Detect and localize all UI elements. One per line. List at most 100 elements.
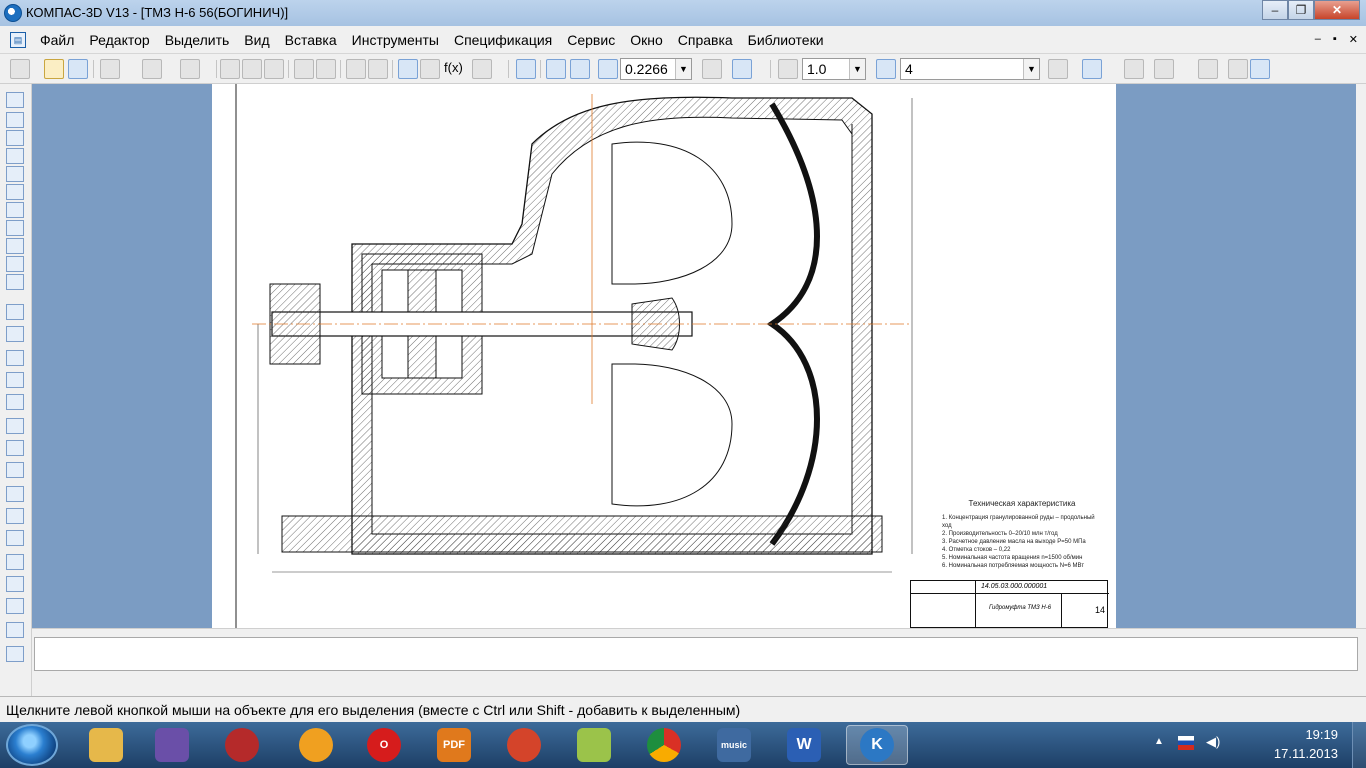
volume-icon[interactable]: ◀) <box>1206 734 1222 749</box>
chevron-down-icon[interactable]: ▼ <box>1023 59 1039 79</box>
taskbar-kompas[interactable]: K <box>846 725 908 765</box>
polygon-icon[interactable] <box>6 598 24 614</box>
show-desktop-button[interactable] <box>1352 722 1366 768</box>
taskbar-sticky-notes[interactable] <box>566 725 622 765</box>
rectangle-icon[interactable] <box>6 576 24 592</box>
zoom-scale-icon[interactable] <box>598 59 618 79</box>
round-icon[interactable] <box>1228 59 1248 79</box>
taskbar-daemon-tools[interactable] <box>288 725 344 765</box>
menu-view[interactable]: Вид <box>244 32 269 48</box>
menu-libraries[interactable]: Библиотеки <box>748 32 824 48</box>
minimize-button[interactable]: – <box>1262 0 1288 20</box>
zoom-in-icon[interactable] <box>546 59 566 79</box>
ortho-icon[interactable] <box>1124 59 1144 79</box>
menu-edit[interactable]: Редактор <box>89 32 149 48</box>
manager-icon[interactable] <box>180 59 200 79</box>
start-button[interactable] <box>6 724 58 766</box>
clock-time[interactable]: 19:19 <box>1305 727 1338 742</box>
taskbar-chrome[interactable] <box>636 725 692 765</box>
spline-icon[interactable] <box>6 440 24 456</box>
taskbar-explorer[interactable] <box>78 725 134 765</box>
document-icon[interactable]: ▤ <box>10 32 26 48</box>
dimensions-tool-icon[interactable] <box>6 112 24 128</box>
copy-icon[interactable] <box>242 59 262 79</box>
menu-file[interactable]: Файл <box>40 32 74 48</box>
print-icon[interactable] <box>100 59 120 79</box>
menu-service[interactable]: Сервис <box>567 32 615 48</box>
properties-icon[interactable] <box>316 59 336 79</box>
drawing-sheet[interactable]: Техническая характеристика 1. Концентрац… <box>212 84 1116 629</box>
menu-insert[interactable]: Вставка <box>285 32 337 48</box>
fill-icon[interactable] <box>6 646 24 662</box>
menu-specification[interactable]: Спецификация <box>454 32 552 48</box>
menu-select[interactable]: Выделить <box>165 32 230 48</box>
show-hidden-icon[interactable]: ▲ <box>1154 736 1170 750</box>
menu-window[interactable]: Окно <box>630 32 663 48</box>
polyline-icon[interactable] <box>6 462 24 478</box>
preview-icon[interactable] <box>142 59 162 79</box>
measure-tool-icon[interactable] <box>6 184 24 200</box>
taskbar-visual-studio[interactable] <box>144 725 200 765</box>
kompas-app-icon[interactable] <box>4 4 22 22</box>
chamfer-icon[interactable] <box>6 530 24 546</box>
fillet-icon[interactable] <box>6 554 24 570</box>
snap-settings-icon[interactable] <box>1250 59 1270 79</box>
auxiliary-line-icon[interactable] <box>6 326 24 342</box>
doc-minimize-button[interactable]: – <box>1315 33 1321 46</box>
zoom-combo[interactable]: 0.2266 ▼ <box>620 58 692 80</box>
point-icon[interactable] <box>6 304 24 320</box>
contour-icon[interactable] <box>6 486 24 502</box>
taskbar-pdf[interactable]: PDF <box>426 725 482 765</box>
snap-icon[interactable] <box>778 59 798 79</box>
new-document-icon[interactable] <box>10 59 30 79</box>
taskbar-ccleaner[interactable] <box>496 725 552 765</box>
refresh-icon[interactable] <box>732 59 752 79</box>
parametrization-tool-icon[interactable] <box>6 166 24 182</box>
grid-icon[interactable] <box>1154 59 1174 79</box>
taskbar-word[interactable]: W <box>776 725 832 765</box>
clock-date[interactable]: 17.11.2013 <box>1274 746 1338 761</box>
taskbar-app3[interactable] <box>214 725 270 765</box>
spec-tool-icon[interactable] <box>6 238 24 254</box>
language-flag-icon[interactable] <box>1178 736 1194 750</box>
taskbar-opera[interactable]: O <box>356 725 412 765</box>
doc-restore-button[interactable]: ▪ <box>1333 33 1337 46</box>
line-scale-combo[interactable]: 1.0 ▼ <box>802 58 866 80</box>
open-folder-icon[interactable] <box>44 59 64 79</box>
redo-icon[interactable] <box>368 59 388 79</box>
coordinates-icon[interactable] <box>1198 59 1218 79</box>
layer-combo[interactable]: 4 ▼ <box>900 58 1040 80</box>
property-field[interactable] <box>34 637 1358 671</box>
right-scroll-strip[interactable] <box>1356 84 1366 634</box>
layers-icon[interactable] <box>876 59 896 79</box>
magnet-snap-icon[interactable] <box>1082 59 1102 79</box>
doc-close-button[interactable]: ✕ <box>1349 33 1358 46</box>
paste-icon[interactable] <box>264 59 284 79</box>
chevron-down-icon[interactable]: ▼ <box>675 59 691 79</box>
hatch-icon[interactable] <box>6 622 24 638</box>
chevron-down-icon[interactable]: ▼ <box>849 59 865 79</box>
maximize-button[interactable]: ❐ <box>1288 0 1314 20</box>
zoom-out-icon[interactable] <box>570 59 590 79</box>
menu-tools[interactable]: Инструменты <box>352 32 439 48</box>
zoom-window-icon[interactable] <box>516 59 536 79</box>
variables-icon[interactable] <box>420 59 440 79</box>
cut-icon[interactable] <box>220 59 240 79</box>
select-tool-icon[interactable] <box>6 202 24 218</box>
format-painter-icon[interactable] <box>294 59 314 79</box>
undo-icon[interactable] <box>346 59 366 79</box>
circle-icon[interactable] <box>6 372 24 388</box>
manager-docs-icon[interactable] <box>398 59 418 79</box>
arc-icon[interactable] <box>6 394 24 410</box>
taskbar-vk-music[interactable]: music <box>706 725 762 765</box>
editing-tool-icon[interactable] <box>6 148 24 164</box>
close-button[interactable]: ✕ <box>1314 0 1360 20</box>
reports-tool-icon[interactable] <box>6 256 24 272</box>
association-tool-icon[interactable] <box>6 220 24 236</box>
bezier-icon[interactable] <box>6 508 24 524</box>
brush-icon[interactable] <box>1048 59 1068 79</box>
pan-icon[interactable] <box>702 59 722 79</box>
fx-button[interactable]: f(x) <box>444 60 463 75</box>
notation-tool-icon[interactable] <box>6 130 24 146</box>
menu-help[interactable]: Справка <box>678 32 733 48</box>
